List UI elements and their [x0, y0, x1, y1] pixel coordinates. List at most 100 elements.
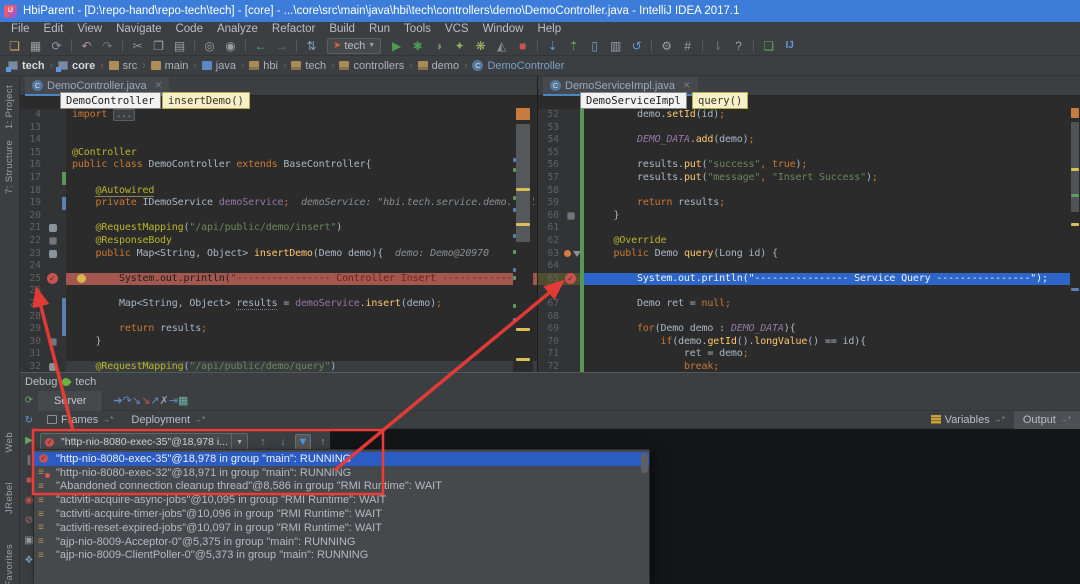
tab-output[interactable]: Output→* [1014, 411, 1080, 429]
code-text[interactable] [584, 285, 1080, 298]
line-number[interactable]: 27 [20, 298, 46, 311]
gutter[interactable] [46, 348, 62, 361]
tool-window-button-favorites[interactable]: Favorites [4, 544, 15, 584]
gutter[interactable] [564, 336, 580, 349]
gutter[interactable] [564, 147, 580, 160]
breadcrumb-controllers[interactable]: controllers [339, 60, 404, 72]
gutter[interactable] [564, 323, 580, 336]
thread-list-item[interactable]: ≡"http-nio-8080-exec-32"@18,971 in group… [34, 466, 649, 480]
odot-icon[interactable] [564, 250, 571, 257]
debug-icon[interactable]: ✱ [407, 37, 428, 55]
code-text[interactable] [584, 311, 1080, 324]
code-text[interactable]: @RequestMapping("/api/public/demo/insert… [66, 222, 537, 235]
line-number[interactable]: 53 [538, 122, 564, 135]
code-text[interactable]: Map<String, Object> results = demoServic… [66, 298, 537, 311]
code-text[interactable]: @Controller [66, 147, 537, 160]
line-number[interactable]: 62 [538, 235, 564, 248]
breadcrumb-hbi[interactable]: hbi [249, 60, 278, 72]
run-icon[interactable]: ▶ [386, 37, 407, 55]
code-text[interactable] [584, 260, 1080, 273]
code-text[interactable] [66, 260, 537, 273]
gutter[interactable] [564, 260, 580, 273]
line-number[interactable]: 28 [20, 311, 46, 324]
line-number[interactable]: 29 [20, 323, 46, 336]
editor-scrollbar[interactable] [513, 96, 533, 372]
code-text[interactable]: results.put("success", true); [584, 159, 1080, 172]
spring2-icon[interactable] [49, 237, 57, 245]
code-text[interactable] [66, 311, 537, 324]
line-number[interactable]: 52 [538, 109, 564, 122]
thread-list-item[interactable]: ≡"http-nio-8080-exec-35"@18,978 in group… [34, 452, 649, 466]
tool-window-button-7-structure[interactable]: 7: Structure [4, 140, 15, 194]
line-number[interactable]: 54 [538, 134, 564, 147]
menu-help[interactable]: Help [530, 23, 568, 35]
dropdown-scrollbar[interactable] [641, 453, 648, 473]
code-text[interactable]: System.out.println("---------------- Con… [66, 273, 537, 286]
breadcrumb-src[interactable]: src [109, 60, 138, 72]
step-over-button[interactable]: ↷ [123, 395, 132, 407]
gutter[interactable] [46, 298, 62, 311]
code-text[interactable]: return results; [66, 323, 537, 336]
breakpoint-icon[interactable]: ✓ [565, 273, 576, 284]
code-text[interactable]: ret = demo; [584, 348, 1080, 361]
line-number[interactable]: 16 [20, 159, 46, 172]
chevron-down-icon[interactable]: ▼ [231, 434, 247, 450]
rollback-icon[interactable]: ↺ [626, 37, 647, 55]
gutter[interactable]: ✓ [46, 273, 62, 286]
cleanup-icon[interactable]: ⇂ [707, 37, 728, 55]
breadcrumb-java[interactable]: java [202, 60, 236, 72]
attach-to-process-icon[interactable]: ◭ [491, 37, 512, 55]
code-text[interactable]: results.put("message", "Insert Success")… [584, 172, 1080, 185]
gutter[interactable] [46, 147, 62, 160]
menu-view[interactable]: View [70, 23, 109, 35]
line-number[interactable]: 14 [20, 134, 46, 147]
gutter[interactable] [564, 159, 580, 172]
gutter[interactable] [46, 285, 62, 298]
line-number[interactable]: 17 [20, 172, 46, 185]
tab-deployment[interactable]: Deployment→* [122, 411, 214, 429]
gutter[interactable] [46, 323, 62, 336]
vcs-commit-icon[interactable]: ⇡ [563, 37, 584, 55]
settings-icon[interactable]: ⚙ [656, 37, 677, 55]
redo-icon[interactable]: ↷ [97, 37, 118, 55]
gutter[interactable] [46, 172, 62, 185]
line-number[interactable]: 18 [20, 185, 46, 198]
gutter[interactable]: ✓ [564, 273, 580, 286]
line-number[interactable]: 66 [538, 285, 564, 298]
menu-edit[interactable]: Edit [37, 23, 71, 35]
line-number[interactable]: 71 [538, 348, 564, 361]
code-area[interactable]: 4import ...131415@Controller16public cla… [20, 96, 537, 372]
gutter[interactable] [46, 248, 62, 261]
cut-icon[interactable]: ✂ [127, 37, 148, 55]
rerun-server-button[interactable]: ↻ [22, 414, 36, 427]
code-text[interactable]: public Map<String, Object> insertDemo(De… [66, 248, 537, 261]
save-all-icon[interactable]: ▦ [25, 37, 46, 55]
thread-list-item[interactable]: ≡"activiti-acquire-async-jobs"@10,095 in… [34, 493, 649, 507]
code-text[interactable]: Demo ret = null; [584, 298, 1080, 311]
run-sparkle-icon[interactable]: ❋ [470, 37, 491, 55]
breadcrumb-tech[interactable]: tech [8, 60, 45, 72]
menu-tools[interactable]: Tools [397, 23, 438, 35]
open-project-icon[interactable]: ❏ [4, 37, 25, 55]
code-text[interactable] [66, 210, 537, 223]
code-text[interactable]: break; [584, 361, 1080, 372]
code-text[interactable]: private IDemoService demoService; demoSe… [66, 197, 537, 210]
gutter[interactable] [564, 210, 580, 223]
spring2-icon[interactable] [567, 212, 575, 220]
shelve-icon[interactable]: ▯ [584, 37, 605, 55]
code-text[interactable]: } [66, 336, 537, 349]
show-execution-point-button[interactable]: ➔ [113, 395, 122, 407]
thread-list-item[interactable]: ≡"activiti-acquire-timer-jobs"@10,096 in… [34, 507, 649, 521]
line-number[interactable]: 58 [538, 185, 564, 198]
line-number[interactable]: 26 [20, 285, 46, 298]
editor-scrollbar[interactable] [1070, 96, 1080, 372]
bm-icon[interactable] [573, 251, 581, 257]
line-number[interactable]: 19 [20, 197, 46, 210]
code-text[interactable] [66, 134, 537, 147]
close-icon[interactable]: ✕ [683, 80, 691, 91]
breadcrumb-main[interactable]: main [151, 60, 189, 72]
force-step-into-button[interactable]: ↘ [141, 395, 150, 407]
code-text[interactable]: DEMO_DATA.add(demo); [584, 134, 1080, 147]
breakpoint-icon[interactable]: ✓ [47, 273, 58, 284]
code-text[interactable]: } [584, 210, 1080, 223]
